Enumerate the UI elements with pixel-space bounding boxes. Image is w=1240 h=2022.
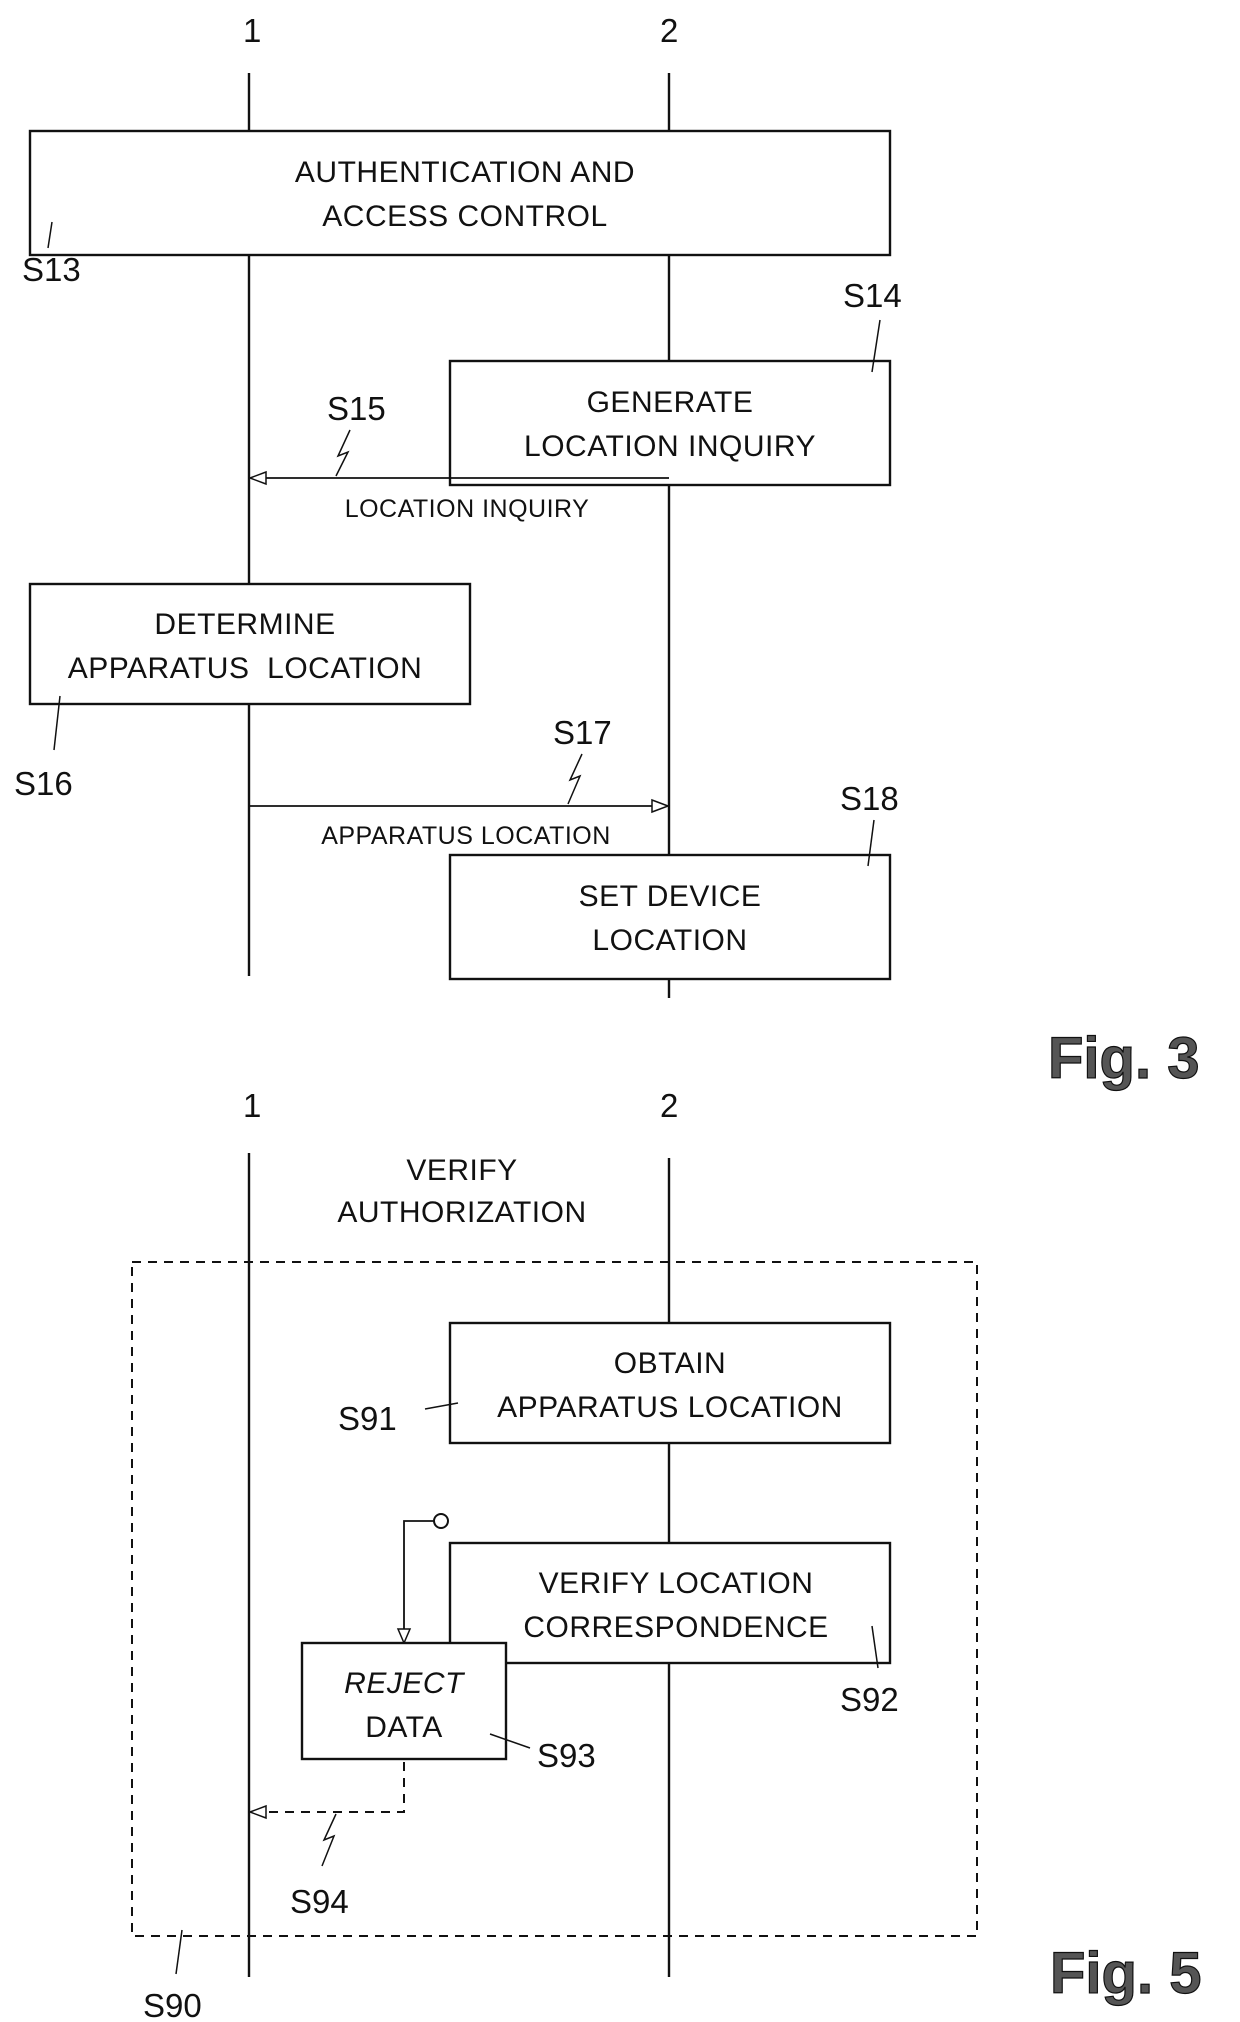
- s17-message-label: APPARATUS LOCATION: [321, 822, 611, 850]
- s18-line-1: SET DEVICE: [579, 880, 762, 913]
- s93-line-2: DATA: [365, 1711, 443, 1744]
- s15-wireless-icon: [335, 429, 351, 477]
- lifeline-1-label: 1: [243, 12, 261, 49]
- figure-3-caption: Fig. 3: [1048, 1026, 1199, 1091]
- s91-line-2: APPARATUS LOCATION: [497, 1391, 843, 1424]
- s93-ref: S93: [537, 1737, 596, 1774]
- s13-line-2: ACCESS CONTROL: [322, 200, 607, 233]
- step-s92-box: [448, 1541, 892, 1665]
- s16-ref: S16: [14, 765, 73, 802]
- s18-line-2: LOCATION: [592, 924, 747, 957]
- s17-ref: S17: [553, 714, 612, 751]
- fig5-lifeline-1-label: 1: [243, 1087, 261, 1124]
- s94-ref: S94: [290, 1883, 349, 1920]
- step-s16-box: [28, 582, 472, 706]
- step-s91-box: [448, 1321, 892, 1445]
- s13-line-1: AUTHENTICATION AND: [295, 156, 635, 189]
- group-title-line-2: AUTHORIZATION: [337, 1196, 586, 1229]
- step-s14-box: [448, 359, 892, 487]
- s15-arrowhead-icon: [247, 470, 267, 486]
- s93-line-1: REJECT: [344, 1667, 466, 1700]
- s90-leader: [175, 1929, 183, 1975]
- figure-3: 1 2 AUTHENTICATION AND ACCESS CONTROL S1…: [14, 12, 1200, 1092]
- s16-line-2: APPARATUS LOCATION: [68, 652, 423, 685]
- s15-ref: S15: [327, 390, 386, 427]
- s91-line-1: OBTAIN: [614, 1347, 726, 1380]
- s94-message-line: [258, 1762, 405, 1813]
- lifeline-2-label: 2: [660, 12, 678, 49]
- branch-arrowhead-icon: [396, 1628, 412, 1645]
- branch-condition-icon: [433, 1513, 449, 1529]
- branch-connector: [403, 1520, 434, 1636]
- s13-rect: [28, 129, 892, 257]
- s18-ref: S18: [840, 780, 899, 817]
- patent-drawing-sheet: 1 2 AUTHENTICATION AND ACCESS CONTROL S1…: [14, 12, 1202, 2022]
- step-s18-box: [448, 853, 892, 981]
- s17-wireless-icon: [567, 753, 583, 805]
- s92-line-2: CORRESPONDENCE: [523, 1611, 828, 1644]
- s15-message-label: LOCATION INQUIRY: [345, 495, 590, 523]
- fig5-lifeline-2-label: 2: [660, 1087, 678, 1124]
- s13-ref: S13: [22, 251, 81, 288]
- s94-arrowhead-icon: [247, 1804, 267, 1820]
- s14-ref: S14: [843, 277, 902, 314]
- s16-line-1: DETERMINE: [154, 608, 335, 641]
- s14-line-2: LOCATION INQUIRY: [524, 430, 816, 463]
- s90-ref: S90: [143, 1987, 202, 2022]
- figure-5: 1 2 VERIFY AUTHORIZATION S90 OBTAIN APPA…: [131, 1087, 1202, 2022]
- s17-arrowhead-icon: [651, 798, 671, 814]
- s94-wireless-icon: [321, 1813, 337, 1867]
- s91-ref: S91: [338, 1400, 397, 1437]
- group-title-line-1: VERIFY: [406, 1154, 517, 1187]
- step-s13-box: AUTHENTICATION AND ACCESS CONTROL: [28, 129, 892, 257]
- s14-line-1: GENERATE: [587, 386, 754, 419]
- s92-line-1: VERIFY LOCATION: [539, 1567, 814, 1600]
- s92-ref: S92: [840, 1681, 899, 1718]
- figure-5-caption: Fig. 5: [1050, 1941, 1201, 2006]
